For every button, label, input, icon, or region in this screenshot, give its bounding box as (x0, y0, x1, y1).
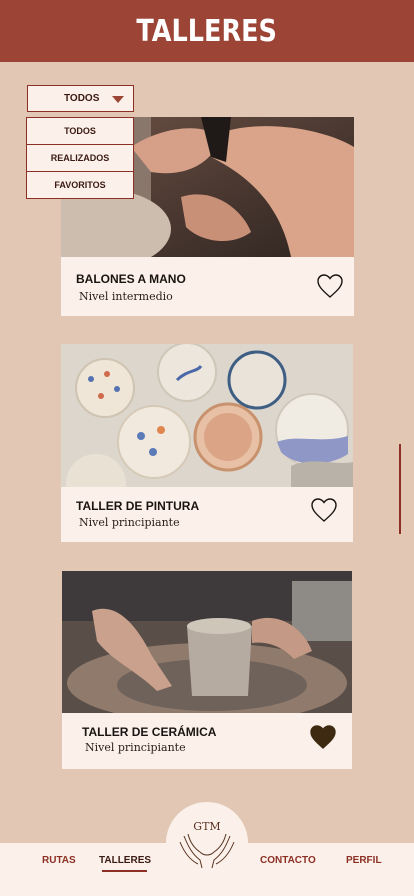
logo[interactable]: GTM (166, 802, 248, 884)
workshop-card[interactable]: TALLER DE PINTURA Nivel principiante (61, 344, 353, 542)
filter-selected-value: TODOS (64, 93, 100, 104)
card-title: TALLER DE PINTURA (76, 499, 200, 513)
heart-filled-icon[interactable] (309, 724, 337, 750)
filter-option-favoritos[interactable]: FAVORITOS (26, 171, 134, 199)
card-level: Nivel principiante (85, 741, 186, 754)
filter-dropdown[interactable]: TODOS (27, 85, 134, 112)
nav-item-talleres[interactable]: TALLERES (99, 855, 151, 866)
heart-outline-icon[interactable] (310, 497, 338, 523)
app-header: TALLERES (0, 0, 414, 62)
filter-option-todos[interactable]: TODOS (26, 117, 134, 145)
workshop-card[interactable]: TALLER DE CERÁMICA Nivel principiante (62, 571, 352, 769)
nav-item-rutas[interactable]: RUTAS (42, 855, 76, 866)
card-level: Nivel intermedio (79, 290, 173, 303)
page-title: TALLERES (136, 13, 278, 49)
scrollbar[interactable] (399, 444, 401, 534)
nav-item-perfil[interactable]: PERFIL (346, 855, 382, 866)
card-level: Nivel principiante (79, 516, 180, 529)
heart-outline-icon[interactable] (316, 273, 344, 299)
filter-menu: TODOS REALIZADOS FAVORITOS (26, 117, 134, 199)
filter-option-realizados[interactable]: REALIZADOS (26, 144, 134, 172)
card-title: TALLER DE CERÁMICA (82, 725, 217, 739)
triangle-down-icon (112, 96, 124, 103)
pottery-wheel-photo (62, 571, 352, 713)
painted-plates-photo (61, 344, 353, 487)
active-tab-indicator (102, 870, 147, 872)
card-title: BALONES A MANO (76, 272, 186, 286)
hands-icon (179, 833, 235, 869)
nav-item-contacto[interactable]: CONTACTO (260, 855, 316, 866)
